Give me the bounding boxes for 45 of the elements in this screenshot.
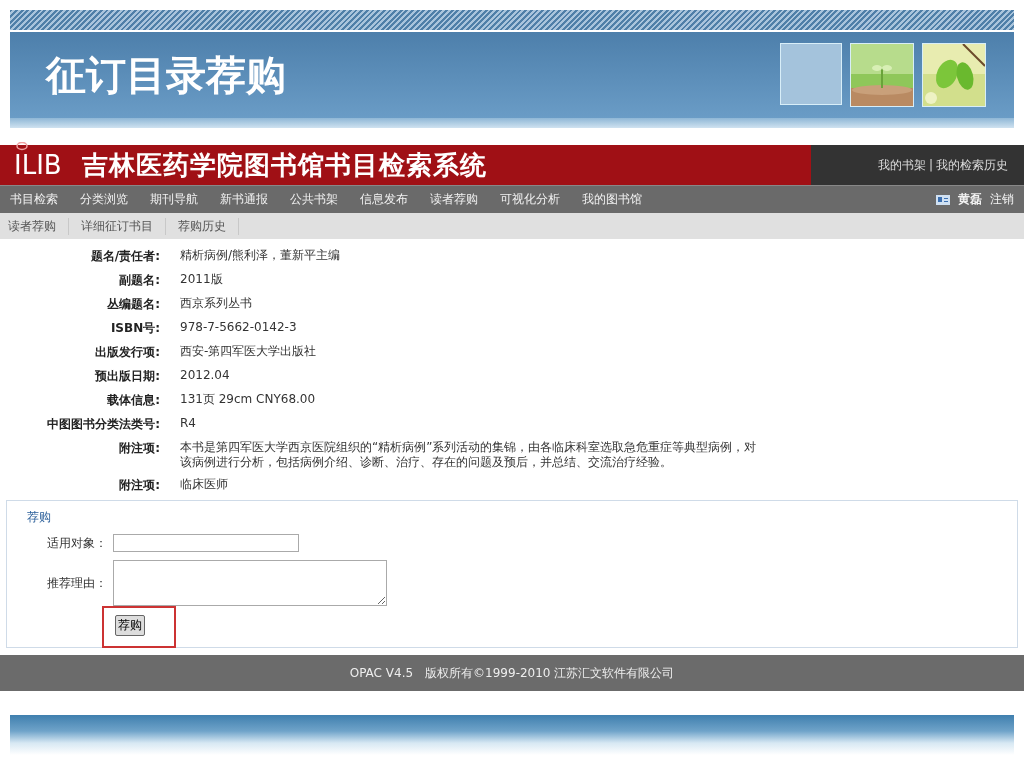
field-value: 2012.04 [180, 367, 231, 383]
link-separator: | [928, 158, 933, 172]
field-value: 2011版 [180, 271, 224, 287]
field-label: 丛编题名: [106, 296, 160, 313]
field-label: 载体信息: [106, 392, 160, 409]
field-label: ISBN号: [109, 320, 160, 337]
field-label: 附注项: [118, 440, 160, 457]
header-link[interactable]: 我的检索历史 [936, 156, 1008, 174]
field-value: 西安-第四军医大学出版社 [180, 343, 318, 359]
field-value: 临床医师 [180, 476, 229, 492]
subnav-item[interactable]: 详细征订书目 [81, 217, 166, 235]
nav-item[interactable]: 书目检索 [10, 191, 58, 208]
recommend-button[interactable]: 荐购 [115, 615, 145, 636]
user-name[interactable]: 黄磊 [958, 191, 982, 208]
nav-item[interactable]: 信息发布 [360, 191, 408, 208]
nav-item[interactable]: 期刊导航 [150, 191, 198, 208]
form-label: 推荐理由： [46, 574, 107, 592]
nav-item[interactable]: 新书通报 [220, 191, 268, 208]
header-link[interactable]: 我的书架 [877, 156, 926, 174]
panel-legend: 荐购 [27, 509, 997, 526]
subnav-item[interactable]: 荐购历史 [178, 217, 239, 235]
field-value: 西京系列丛书 [180, 295, 253, 311]
field-value: 精析病例/熊利泽，董新平主编 [180, 247, 342, 263]
site-logo: ILIB [14, 150, 62, 180]
field-label: 出版发行项: [94, 344, 160, 361]
site-name: 吉林医药学院图书馆书目检索系统 [81, 148, 487, 182]
nav-item[interactable]: 可视化分析 [500, 191, 560, 208]
logout-link[interactable]: 注销 [990, 191, 1014, 208]
field-label: 附注项: [118, 477, 160, 494]
field-value: 978-7-5662-0142-3 [180, 319, 298, 335]
field-label: 副题名: [118, 272, 160, 289]
nav-item[interactable]: 分类浏览 [80, 191, 128, 208]
field-value: 131页 29cm CNY68.00 [180, 391, 317, 407]
field-label: 题名/责任者: [89, 248, 160, 265]
nav-item[interactable]: 公共书架 [290, 191, 338, 208]
slide-title: 征订目录荐购 [46, 50, 287, 100]
field-value: 本书是第四军医大学西京医院组织的“精析病例”系列活动的集锦，由各临床科室选取急危重症等典型病例，对该病例进行分析，包括病例介绍、诊断、治疗、存在的问题及预后，并总结、交流治疗经验。 [180, 439, 758, 470]
field-label: 中图图书分类法类号: [46, 416, 160, 433]
nav-item[interactable]: 读者荐购 [430, 191, 478, 208]
footer-text: OPAC V4.5 版权所有©1999-2010 江苏汇文软件有限公司 [349, 664, 675, 682]
field-label: 预出版日期: [94, 368, 160, 385]
field-value: R4 [180, 415, 197, 431]
nav-item[interactable]: 我的图书馆 [582, 191, 642, 208]
subnav-item[interactable]: 读者荐购 [8, 217, 69, 235]
form-label: 适用对象： [46, 534, 107, 552]
